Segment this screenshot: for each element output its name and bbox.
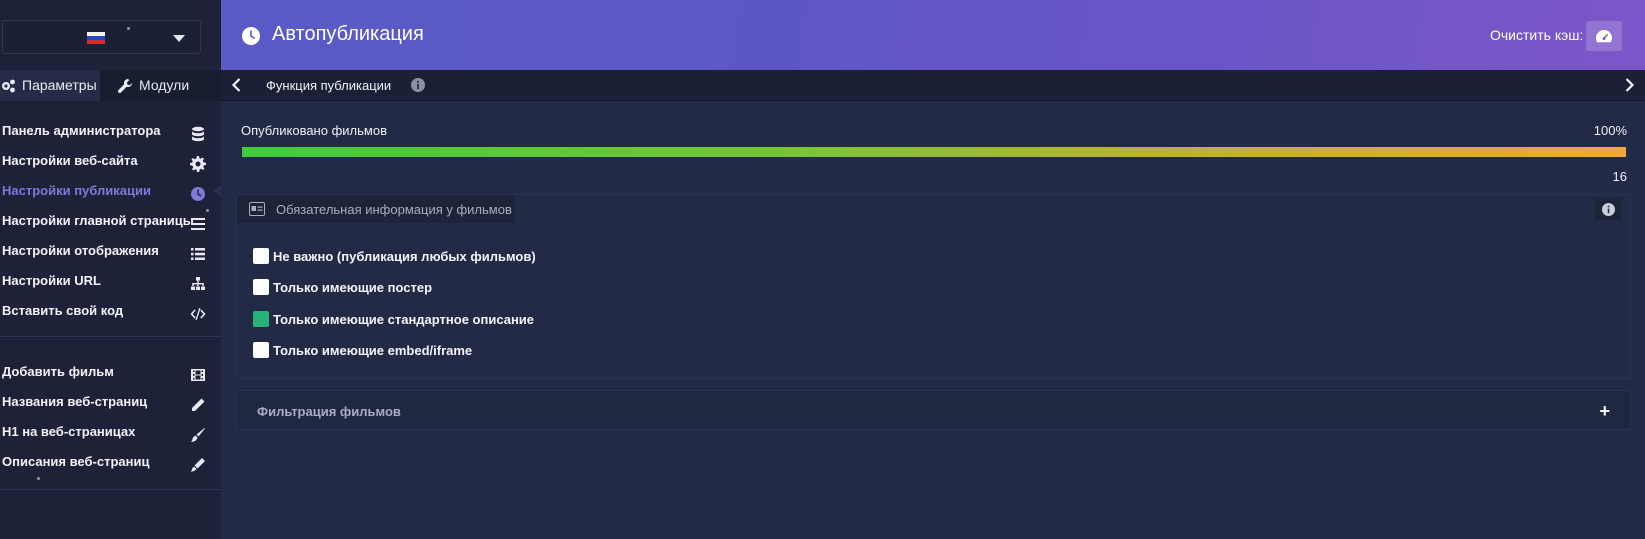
chevron-right-icon[interactable] — [1621, 77, 1637, 93]
marker-icon — [190, 454, 206, 472]
option-description[interactable]: Только имеющие стандартное описание — [253, 309, 534, 329]
decor-dot — [206, 209, 209, 212]
sidebar-item-page-titles[interactable]: Названия веб-страниц — [0, 387, 221, 417]
sidebar: Параметры Модули Панель администратора Н… — [0, 0, 221, 539]
database-icon — [190, 123, 206, 142]
tab-modules[interactable]: Модули — [117, 70, 189, 101]
option-any[interactable]: Не важно (публикация любых фильмов) — [253, 246, 536, 266]
id-card-icon — [249, 202, 265, 216]
panel-title: Фильтрация фильмов — [257, 404, 401, 419]
clock-icon — [242, 27, 260, 45]
tab-parameters-label: Параметры — [22, 77, 97, 93]
option-label: Только имеющие embed/iframe — [273, 342, 473, 358]
option-label: Только имеющие постер — [273, 279, 433, 295]
decor-dot — [37, 477, 40, 480]
sidebar-tabs: Параметры Модули — [0, 70, 221, 101]
wrench-icon — [117, 78, 133, 93]
sidebar-divider — [0, 336, 221, 337]
page-header: Автопубликация Очистить кэш: — [221, 0, 1645, 70]
checkbox[interactable] — [253, 342, 269, 358]
tab-parameters[interactable]: Параметры — [0, 70, 100, 101]
sitemap-icon — [190, 273, 206, 290]
option-embed[interactable]: Только имеющие embed/iframe — [253, 340, 472, 360]
section-title: Функция публикации — [266, 78, 392, 93]
pencil-icon — [190, 394, 206, 411]
required-info-panel: Обязательная информация у фильмов Не важ… — [236, 194, 1631, 379]
progress-bar — [242, 147, 1626, 157]
option-label: Не важно (публикация любых фильмов) — [273, 248, 536, 264]
sidebar-item-label: Настройки веб-сайта — [2, 153, 138, 168]
page-title: Автопубликация — [272, 23, 424, 45]
ru-flag-icon — [87, 32, 105, 44]
checkbox[interactable] — [253, 279, 269, 295]
sidebar-item-label: Описания веб-страниц — [2, 454, 150, 469]
sidebar-item-website-settings[interactable]: Настройки веб-сайта — [0, 146, 221, 176]
progress-bar-fill — [242, 147, 1626, 157]
clock-icon — [190, 183, 206, 201]
sidebar-item-label: Настройки отображения — [2, 243, 159, 258]
sidebar-item-label: Настройки публикации — [2, 183, 151, 198]
sidebar-item-add-movie[interactable]: Добавить фильм — [0, 357, 221, 387]
active-pointer — [213, 185, 221, 197]
sidebar-item-label: Добавить фильм — [2, 364, 114, 379]
sidebar-item-homepage-settings[interactable]: Настройки главной страницы — [0, 206, 221, 236]
decor-dot — [127, 27, 130, 30]
panel-info-button[interactable] — [1594, 198, 1622, 220]
language-select[interactable] — [2, 20, 201, 54]
progress-count: 16 — [1612, 169, 1627, 184]
section-toolbar: Функция публикации — [221, 70, 1645, 101]
movie-filter-panel[interactable]: Фильтрация фильмов + — [236, 390, 1631, 430]
panel-title: Обязательная информация у фильмов — [276, 201, 512, 217]
sidebar-item-label: H1 на веб-страницах — [2, 424, 136, 439]
clear-cache-button[interactable] — [1586, 21, 1622, 51]
chevron-left-icon[interactable] — [229, 77, 245, 93]
brush-icon — [190, 424, 206, 442]
sidebar-divider — [0, 489, 221, 490]
checkbox[interactable] — [253, 248, 269, 264]
info-icon[interactable] — [411, 78, 425, 92]
sidebar-item-custom-code[interactable]: Вставить свой код — [0, 296, 221, 326]
sidebar-item-display-settings[interactable]: Настройки отображения — [0, 236, 221, 266]
checkbox[interactable] — [253, 311, 269, 327]
panel-header: Обязательная информация у фильмов — [237, 195, 515, 223]
clear-cache-label: Очистить кэш: — [1490, 27, 1584, 43]
tab-modules-label: Модули — [139, 77, 190, 93]
code-icon — [190, 303, 206, 320]
info-icon — [1601, 202, 1615, 216]
progress-percent: 100% — [1593, 123, 1627, 138]
option-poster[interactable]: Только имеющие постер — [253, 277, 432, 297]
film-icon — [190, 364, 206, 381]
sidebar-menu: Панель администратора Настройки веб-сайт… — [0, 116, 221, 502]
option-label: Только имеющие стандартное описание — [273, 311, 535, 327]
sidebar-item-label: Настройки главной страницы — [2, 213, 194, 228]
list-icon — [190, 243, 206, 260]
sidebar-item-h1-pages[interactable]: H1 на веб-страницах — [0, 417, 221, 447]
sidebar-item-label: Настройки URL — [2, 273, 101, 288]
sidebar-item-page-descriptions[interactable]: Описания веб-страниц — [0, 447, 221, 477]
sidebar-item-admin-panel[interactable]: Панель администратора — [0, 116, 221, 146]
progress-label: Опубликовано фильмов — [241, 123, 387, 138]
gear-icon — [190, 153, 206, 172]
cogs-icon — [2, 79, 15, 92]
sidebar-item-label: Названия веб-страниц — [2, 394, 148, 409]
sidebar-item-label: Панель администратора — [2, 123, 161, 138]
sidebar-item-publication-settings[interactable]: Настройки публикации — [0, 176, 221, 206]
bars-icon — [190, 213, 206, 230]
dashboard-icon — [1596, 30, 1612, 43]
expand-icon[interactable]: + — [1599, 401, 1610, 422]
sidebar-item-url-settings[interactable]: Настройки URL — [0, 266, 221, 296]
caret-down-icon — [173, 35, 185, 42]
sidebar-item-label: Вставить свой код — [2, 303, 124, 318]
